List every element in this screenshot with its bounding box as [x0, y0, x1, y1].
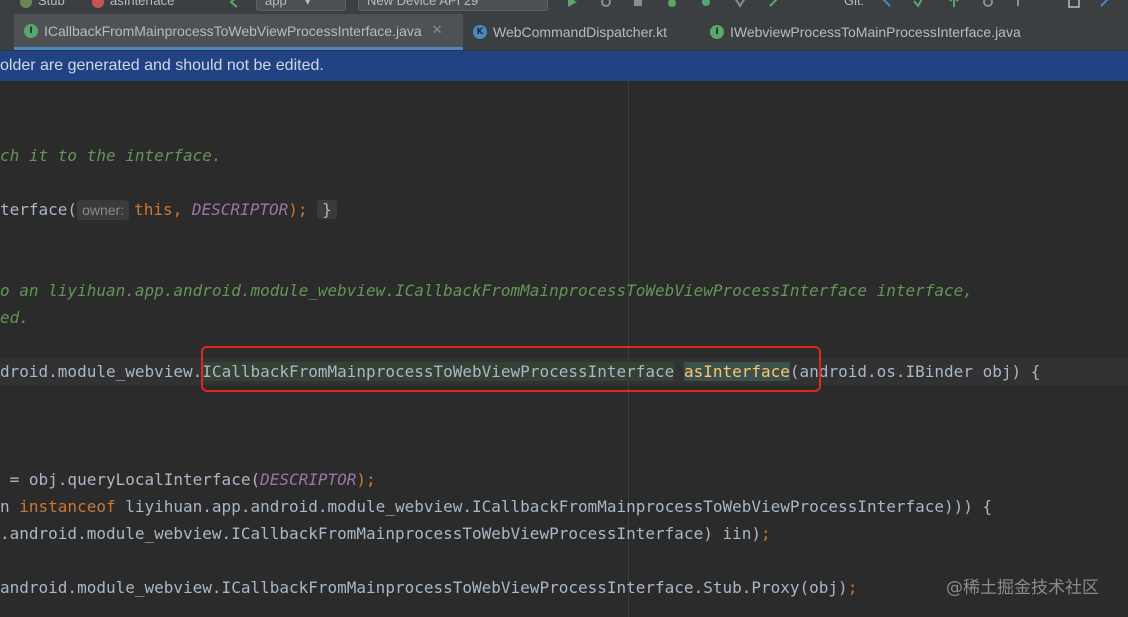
- device-label: New Device API 29: [367, 0, 479, 8]
- code-text: android.module_webview.ICallbackFromMain…: [0, 578, 848, 597]
- kotlin-icon: K: [473, 25, 487, 39]
- class-icon: [20, 0, 32, 8]
- tab-icallback-interface[interactable]: I ICallbackFromMainprocessToWebViewProce…: [14, 14, 463, 50]
- breadcrumb-stub-label: Stub: [38, 0, 65, 8]
- stop-icon[interactable]: [768, 0, 780, 8]
- run-icon[interactable]: [566, 0, 578, 8]
- git-commit-icon[interactable]: [912, 0, 924, 8]
- history-icon[interactable]: [982, 0, 994, 8]
- breadcrumb-as-interface[interactable]: asInterface: [92, 0, 174, 10]
- code-line-return-proxy: android.module_webview.ICallbackFromMain…: [0, 574, 857, 601]
- breadcrumb-as-interface-label: asInterface: [110, 0, 175, 8]
- code-semicolon: ;: [761, 524, 771, 543]
- git-label: Git:: [844, 0, 865, 8]
- code-text: droid.module_webview.: [0, 362, 203, 381]
- code-text: );: [356, 470, 376, 489]
- comment-text: ch it to the interface.: [0, 146, 222, 165]
- close-icon[interactable]: ✕: [432, 23, 443, 38]
- breadcrumb-stub[interactable]: Stub: [20, 0, 65, 10]
- device-select[interactable]: New Device API 29: [358, 0, 548, 11]
- code-semicolon: ;: [847, 578, 858, 597]
- tab-label: ICallbackFromMainprocessToWebViewProcess…: [44, 22, 422, 39]
- editor-tab-bar: I ICallbackFromMainprocessToWebViewProce…: [0, 14, 1128, 51]
- keyword-instanceof: instanceof: [19, 497, 116, 516]
- tab-web-command-dispatcher[interactable]: K WebCommandDispatcher.kt: [463, 14, 696, 50]
- generated-files-banner: older are generated and should not be ed…: [0, 51, 1128, 81]
- profile-icon[interactable]: [700, 0, 712, 8]
- fold-marker[interactable]: }: [317, 200, 337, 219]
- debug-icon[interactable]: [666, 0, 678, 8]
- annotation-highlight-box: [201, 346, 821, 392]
- tab-label: WebCommandDispatcher.kt: [493, 24, 668, 40]
- code-line-comment-cast: o an liyihuan.app.android.module_webview…: [0, 277, 973, 304]
- code-text: .android.module_webview.ICallbackFromMai…: [0, 524, 761, 543]
- git-push-icon[interactable]: [948, 0, 960, 8]
- code-line-query-local: = obj.queryLocalInterface(DESCRIPTOR);: [0, 466, 376, 493]
- rollback-icon[interactable]: [1016, 0, 1028, 8]
- interface-icon: I: [710, 25, 724, 39]
- method-icon: [92, 0, 104, 8]
- comment-text: o an liyihuan.app.android.module_webview…: [0, 281, 973, 300]
- run-config-label: app: [265, 0, 287, 8]
- code-text: = obj.queryLocalInterface(: [0, 470, 261, 489]
- code-line-return-cast: .android.module_webview.ICallbackFromMai…: [0, 520, 771, 547]
- code-line-instanceof: n instanceof liyihuan.app.android.module…: [0, 493, 992, 520]
- banner-text: older are generated and should not be ed…: [0, 57, 324, 74]
- code-text: );: [288, 200, 308, 219]
- parameter-hint: owner:: [77, 200, 130, 220]
- back-arrow-icon[interactable]: [228, 0, 240, 8]
- code-text: terface(: [0, 200, 78, 219]
- sdk-manager-icon[interactable]: [1100, 0, 1112, 8]
- code-line-comment-attach: ch it to the interface.: [0, 142, 222, 169]
- apply-changes-icon[interactable]: [600, 0, 612, 8]
- apply-code-changes-icon[interactable]: [632, 0, 644, 8]
- constant-descriptor: DESCRIPTOR: [260, 470, 357, 489]
- code-separator: ,: [172, 200, 192, 219]
- run-config-select[interactable]: app ▾: [256, 0, 346, 11]
- constant-descriptor: DESCRIPTOR: [191, 200, 289, 219]
- code-line-comment-end: ed.: [0, 304, 29, 331]
- code-editor[interactable]: ch it to the interface. terface(owner: th…: [0, 81, 1128, 617]
- git-update-icon[interactable]: [880, 0, 892, 8]
- code-line-attach-interface: terface(owner: this, DESCRIPTOR); }: [0, 196, 337, 223]
- main-toolbar: Stub asInterface app ▾ New Device API 29…: [0, 0, 1128, 14]
- interface-icon: I: [24, 23, 38, 38]
- attach-debugger-icon[interactable]: [734, 0, 746, 8]
- tab-label: IWebviewProcessToMainProcessInterface.ja…: [730, 24, 1021, 40]
- project-structure-icon[interactable]: [1068, 0, 1080, 8]
- chevron-down-icon: ▾: [304, 0, 311, 8]
- tab-iwebview-process-interface[interactable]: I IWebviewProcessToMainProcessInterface.…: [700, 14, 1128, 50]
- code-text: (android.os.IBinder obj) {: [789, 362, 1041, 381]
- watermark: @稀土掘金技术社区: [946, 578, 1099, 598]
- code-text: liyihuan.app.android.module_webview.ICal…: [115, 497, 993, 516]
- code-text: n: [0, 497, 20, 516]
- comment-text: ed.: [0, 308, 29, 327]
- keyword-this: this: [134, 200, 173, 219]
